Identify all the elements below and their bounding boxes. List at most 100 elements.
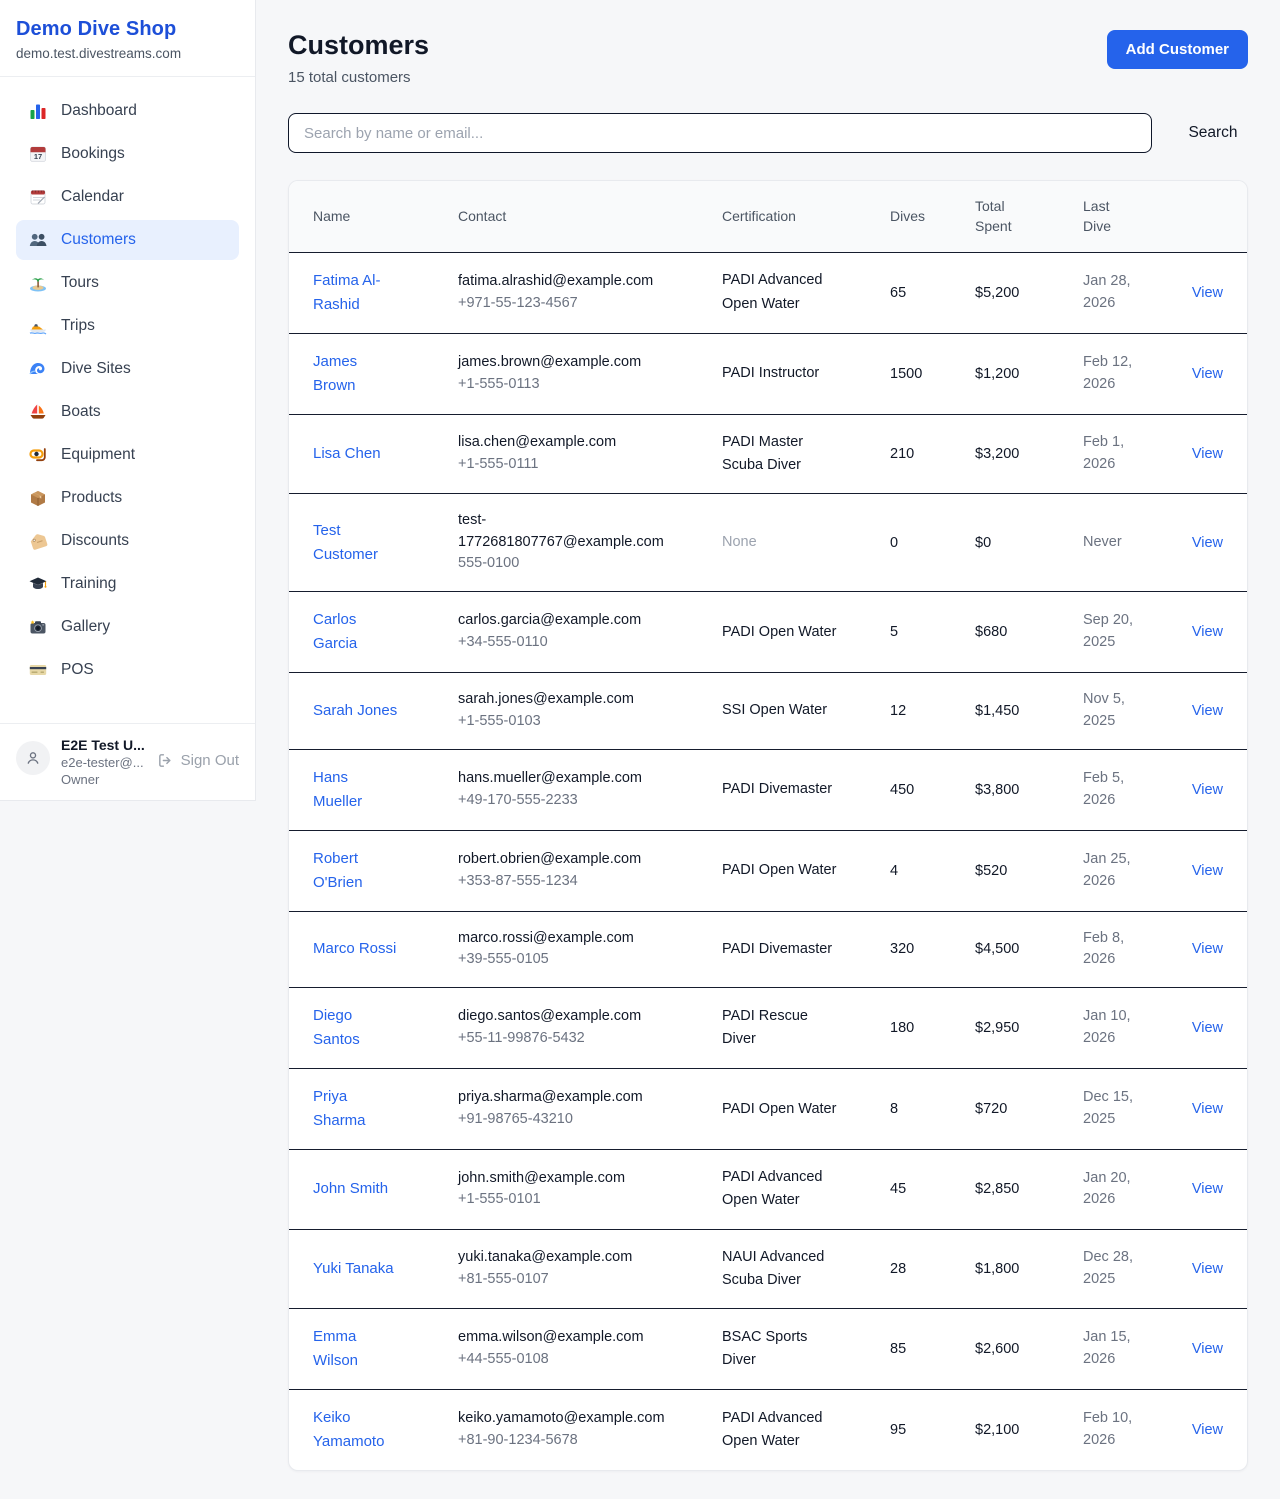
customer-name-cell: Robert O'Brien	[313, 847, 458, 895]
customer-contact-cell: hans.mueller@example.com +49-170-555-223…	[458, 768, 722, 812]
customer-last-dive: Jan 10, 2026	[1083, 1006, 1183, 1050]
customer-contact-cell: yuki.tanaka@example.com +81-555-0107	[458, 1247, 722, 1291]
customer-name-link[interactable]: Keiko Yamamoto	[313, 1406, 398, 1454]
customer-name-cell: Carlos Garcia	[313, 608, 458, 656]
sidebar-item-label: Discounts	[61, 532, 129, 550]
user-meta: E2E Test U... e2e-tester@... Owner	[61, 737, 145, 787]
column-header-contact: Contact	[458, 206, 722, 226]
view-link[interactable]: View	[1192, 1181, 1223, 1197]
sidebar-item-dashboard[interactable]: Dashboard	[16, 91, 239, 131]
sidebar-item-equipment[interactable]: Equipment	[16, 435, 239, 475]
view-link[interactable]: View	[1192, 366, 1223, 382]
view-link[interactable]: View	[1192, 535, 1223, 551]
sidebar-item-pos[interactable]: POS	[16, 650, 239, 690]
sidebar-item-label: Equipment	[61, 446, 135, 464]
customer-last-dive: Feb 8, 2026	[1083, 928, 1183, 972]
view-link[interactable]: View	[1192, 446, 1223, 462]
customer-dives: 1500	[890, 366, 975, 382]
customer-name-link[interactable]: Fatima Al-Rashid	[313, 269, 398, 317]
customer-certification: PADI Rescue Diver	[722, 1005, 890, 1051]
view-link[interactable]: View	[1192, 782, 1223, 798]
view-link[interactable]: View	[1192, 624, 1223, 640]
customer-name-cell: Fatima Al-Rashid	[313, 269, 458, 317]
column-header-certification: Certification	[722, 206, 890, 226]
customer-last-dive: Jan 15, 2026	[1083, 1327, 1183, 1371]
customer-name-link[interactable]: Priya Sharma	[313, 1085, 398, 1133]
sidebar-item-products[interactable]: Products	[16, 478, 239, 518]
sidebar-item-bookings[interactable]: 17 Bookings	[16, 134, 239, 174]
view-link[interactable]: View	[1192, 1422, 1223, 1438]
sidebar-item-label: Trips	[61, 317, 95, 335]
customer-total-spent: $1,450	[975, 703, 1083, 719]
user-role: Owner	[61, 772, 145, 787]
brand: Demo Dive Shop demo.test.divestreams.com	[0, 0, 255, 77]
sidebar-item-tours[interactable]: Tours	[16, 263, 239, 303]
sign-out-button[interactable]: Sign Out	[157, 752, 239, 769]
customer-last-dive: Jan 25, 2026	[1083, 849, 1183, 893]
customer-certification: SSI Open Water	[722, 699, 890, 722]
view-link[interactable]: View	[1192, 1020, 1223, 1036]
customer-dives: 85	[890, 1341, 975, 1357]
sidebar-item-discounts[interactable]: Discounts	[16, 521, 239, 561]
customer-email: lisa.chen@example.com	[458, 432, 663, 454]
view-link[interactable]: View	[1192, 1261, 1223, 1277]
customer-phone: 555-0100	[458, 553, 712, 575]
customer-contact-cell: carlos.garcia@example.com +34-555-0110	[458, 610, 722, 654]
view-link[interactable]: View	[1192, 863, 1223, 879]
person-icon	[24, 749, 42, 767]
view-cell: View	[1183, 535, 1223, 551]
sidebar-item-dive-sites[interactable]: Dive Sites	[16, 349, 239, 389]
table-row: Emma Wilson emma.wilson@example.com +44-…	[289, 1308, 1247, 1389]
sidebar-item-label: Dive Sites	[61, 360, 131, 378]
search-input[interactable]	[288, 113, 1152, 153]
sidebar-item-customers[interactable]: Customers	[16, 220, 239, 260]
table-row: Lisa Chen lisa.chen@example.com +1-555-0…	[289, 414, 1247, 493]
customer-name-cell: James Brown	[313, 350, 458, 398]
sidebar: Demo Dive Shop demo.test.divestreams.com…	[0, 0, 256, 801]
view-link[interactable]: View	[1192, 1341, 1223, 1357]
customer-phone: +91-98765-43210	[458, 1109, 712, 1131]
customer-name-link[interactable]: Lisa Chen	[313, 442, 381, 466]
view-link[interactable]: View	[1192, 703, 1223, 719]
customer-dives: 320	[890, 941, 975, 957]
search-button[interactable]: Search	[1178, 124, 1248, 142]
customer-dives: 45	[890, 1181, 975, 1197]
view-cell: View	[1183, 366, 1223, 382]
customer-name-link[interactable]: Sarah Jones	[313, 699, 397, 723]
search-bar: Search	[288, 113, 1248, 153]
view-cell: View	[1183, 782, 1223, 798]
trips-icon	[28, 316, 48, 336]
view-cell: View	[1183, 1020, 1223, 1036]
customer-count: 15 total customers	[288, 69, 429, 86]
sidebar-item-gallery[interactable]: Gallery	[16, 607, 239, 647]
add-customer-button[interactable]: Add Customer	[1107, 30, 1248, 69]
customer-name-link[interactable]: Carlos Garcia	[313, 608, 398, 656]
shop-domain: demo.test.divestreams.com	[16, 46, 239, 61]
customer-dives: 28	[890, 1261, 975, 1277]
sidebar-item-trips[interactable]: Trips	[16, 306, 239, 346]
sidebar-item-calendar[interactable]: Calendar	[16, 177, 239, 217]
customer-last-dive: Dec 15, 2025	[1083, 1087, 1183, 1131]
customer-name-link[interactable]: James Brown	[313, 350, 398, 398]
customer-dives: 450	[890, 782, 975, 798]
view-link[interactable]: View	[1192, 285, 1223, 301]
customer-phone: +55-11-99876-5432	[458, 1028, 712, 1050]
sidebar-item-training[interactable]: Training	[16, 564, 239, 604]
customer-name-link[interactable]: John Smith	[313, 1177, 388, 1201]
sidebar-item-boats[interactable]: Boats	[16, 392, 239, 432]
customer-contact-cell: sarah.jones@example.com +1-555-0103	[458, 689, 722, 733]
customer-name-link[interactable]: Robert O'Brien	[313, 847, 398, 895]
customer-email: fatima.alrashid@example.com	[458, 271, 663, 293]
table-row: Test Customer test-1772681807767@example…	[289, 493, 1247, 591]
user-email: e2e-tester@...	[61, 755, 145, 770]
customer-name-link[interactable]: Test Customer	[313, 519, 398, 567]
customer-name-link[interactable]: Emma Wilson	[313, 1325, 398, 1373]
customer-total-spent: $0	[975, 535, 1083, 551]
gallery-icon	[28, 617, 48, 637]
customer-name-link[interactable]: Diego Santos	[313, 1004, 398, 1052]
customer-name-link[interactable]: Yuki Tanaka	[313, 1257, 394, 1281]
view-link[interactable]: View	[1192, 941, 1223, 957]
view-link[interactable]: View	[1192, 1101, 1223, 1117]
customer-name-link[interactable]: Hans Mueller	[313, 766, 398, 814]
customer-name-link[interactable]: Marco Rossi	[313, 937, 396, 961]
